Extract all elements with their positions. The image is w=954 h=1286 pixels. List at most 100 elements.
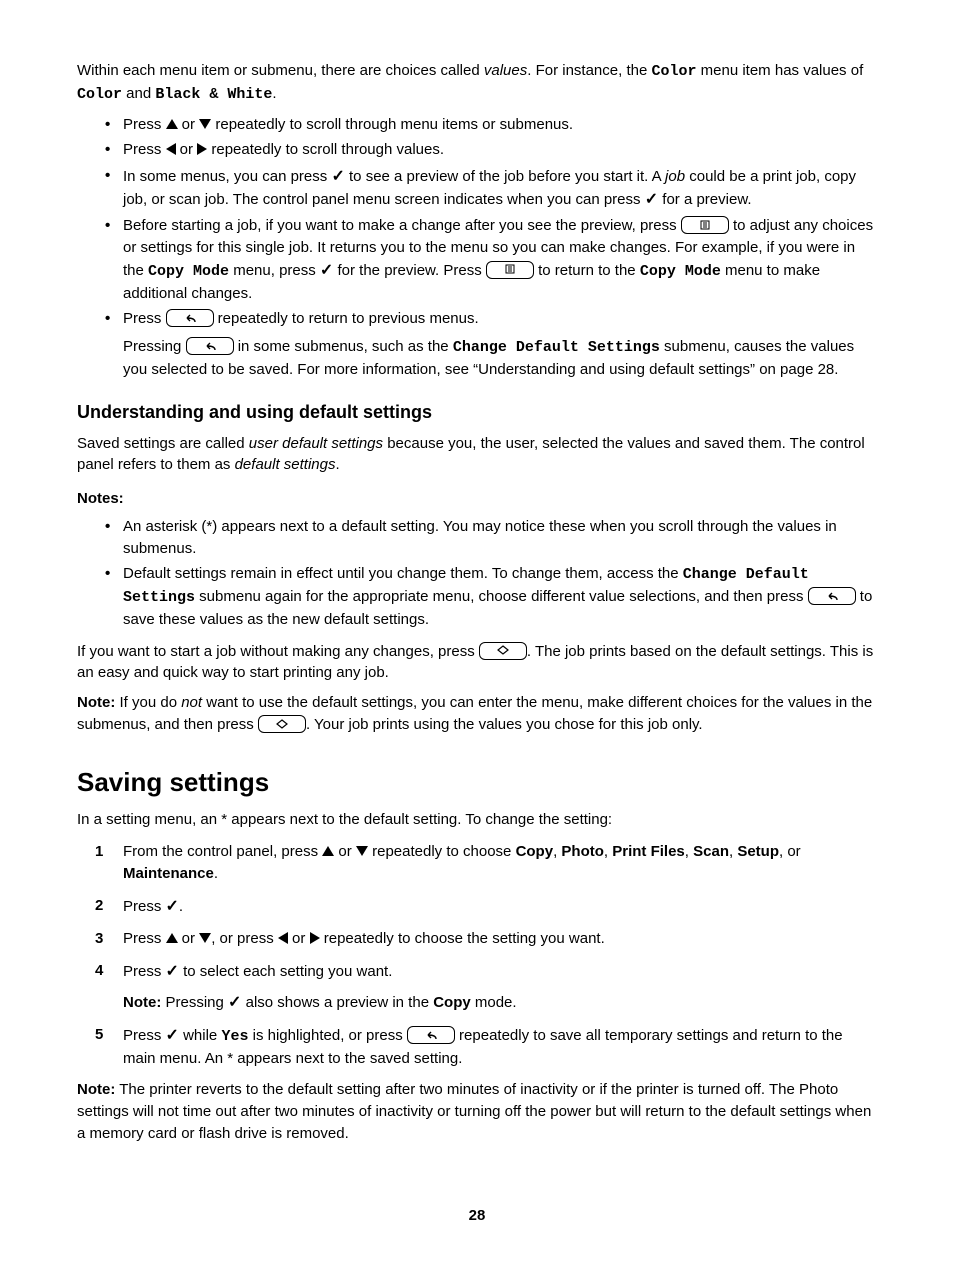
paragraph: Saved settings are called user default s…	[77, 433, 877, 477]
text: to return to the	[534, 262, 640, 279]
text: From the control panel, press	[123, 843, 322, 860]
text-bold: Setup	[737, 843, 779, 860]
text-bold: Print Files	[612, 843, 685, 860]
text: is highlighted, or press	[248, 1027, 406, 1044]
step-item: Press ✓.	[77, 895, 877, 918]
paragraph: In a setting menu, an * appears next to …	[77, 809, 877, 831]
check-icon: ✓	[645, 191, 658, 208]
list-item: Press repeatedly to return to previous m…	[105, 308, 877, 380]
final-note: Note: The printer reverts to the default…	[77, 1079, 877, 1144]
text: or	[288, 930, 310, 947]
text: also shows a preview in the	[241, 994, 433, 1011]
text-mono: Black & White	[155, 86, 272, 103]
text: , or	[779, 843, 801, 860]
text-italic: values	[484, 62, 527, 79]
list-item: Default settings remain in effect until …	[105, 563, 877, 630]
paragraph: Note: If you do not want to use the defa…	[77, 692, 877, 736]
text: to see a preview of the job before you s…	[345, 168, 665, 185]
arrow-up-icon	[322, 846, 334, 856]
paragraph: If you want to start a job without makin…	[77, 641, 877, 685]
back-button-icon	[166, 309, 214, 327]
menu-button-icon	[681, 216, 729, 234]
text: Press	[123, 963, 166, 980]
text-bold: Photo	[561, 843, 604, 860]
step-item: Press ✓ to select each setting you want.…	[77, 960, 877, 1014]
text: .	[272, 85, 276, 102]
text: or	[176, 141, 198, 158]
intro-paragraph: Within each menu item or submenu, there …	[77, 60, 877, 106]
text: Press	[123, 116, 166, 133]
text: Saved settings are called	[77, 435, 249, 452]
text: or	[178, 116, 200, 133]
text: and	[122, 85, 155, 102]
back-button-icon	[808, 587, 856, 605]
heading-defaults: Understanding and using default settings	[77, 399, 877, 425]
text: submenu again for the appropriate menu, …	[195, 588, 808, 605]
step-item: From the control panel, press or repeate…	[77, 841, 877, 885]
text: . For instance, the	[527, 62, 651, 79]
text: The printer reverts to the default setti…	[77, 1081, 871, 1142]
back-button-icon	[186, 337, 234, 355]
text-mono: Change Default Settings	[453, 339, 660, 356]
text-mono: Yes	[221, 1028, 248, 1045]
check-icon: ✓	[228, 994, 241, 1011]
text-italic: job	[665, 168, 685, 185]
text: If you do	[115, 694, 181, 711]
text: repeatedly to scroll through values.	[207, 141, 444, 158]
heading-saving: Saving settings	[77, 764, 877, 802]
text-italic: default settings	[235, 456, 336, 473]
text: .	[214, 865, 218, 882]
check-icon: ✓	[166, 1027, 179, 1044]
text-mono: Copy Mode	[640, 263, 721, 280]
text: An asterisk (*) appears next to a defaul…	[123, 518, 837, 557]
text: , or press	[211, 930, 278, 947]
start-button-icon	[258, 715, 306, 733]
arrow-down-icon	[199, 119, 211, 129]
text: or	[334, 843, 356, 860]
arrow-left-icon	[166, 143, 176, 155]
list-item: Press or repeatedly to scroll through va…	[105, 139, 877, 161]
text: Press	[123, 141, 166, 158]
text: Press	[123, 898, 166, 915]
text-bold: Maintenance	[123, 865, 214, 882]
check-icon: ✓	[166, 963, 179, 980]
notes-list: An asterisk (*) appears next to a defaul…	[77, 516, 877, 631]
text: .	[179, 898, 183, 915]
step-item: Press or , or press or repeatedly to cho…	[77, 928, 877, 950]
text: repeatedly to return to previous menus.	[214, 310, 479, 327]
text: for a preview.	[658, 191, 751, 208]
text: Default settings remain in effect until …	[123, 565, 683, 582]
arrow-right-icon	[310, 932, 320, 944]
text: Press	[123, 1027, 166, 1044]
text: in some submenus, such as the	[234, 338, 453, 355]
text-italic: user default settings	[249, 435, 383, 452]
arrow-down-icon	[356, 846, 368, 856]
text: repeatedly to choose the setting you wan…	[320, 930, 605, 947]
text: If you want to start a job without makin…	[77, 643, 479, 660]
text: . Your job prints using the values you c…	[306, 716, 703, 733]
text-mono: Color	[77, 86, 122, 103]
text: .	[336, 456, 340, 473]
text: to select each setting you want.	[179, 963, 392, 980]
text-italic: not	[181, 694, 202, 711]
text-bold: Scan	[693, 843, 729, 860]
text-bold: Copy	[433, 994, 471, 1011]
check-icon: ✓	[166, 898, 179, 915]
text: repeatedly to choose	[368, 843, 516, 860]
text: menu item has values of	[696, 62, 863, 79]
start-button-icon	[479, 642, 527, 660]
notes-label: Notes:	[77, 488, 877, 510]
sub-paragraph: Pressing in some submenus, such as the C…	[123, 336, 877, 381]
text: Press	[123, 310, 166, 327]
text: Pressing	[123, 338, 186, 355]
note-label: Note:	[123, 994, 161, 1011]
note-label: Note:	[77, 694, 115, 711]
arrow-down-icon	[199, 933, 211, 943]
back-button-icon	[407, 1026, 455, 1044]
list-item: In some menus, you can press ✓ to see a …	[105, 165, 877, 211]
arrow-left-icon	[278, 932, 288, 944]
text: Pressing	[161, 994, 228, 1011]
list-item: An asterisk (*) appears next to a defaul…	[105, 516, 877, 560]
text: Within each menu item or submenu, there …	[77, 62, 484, 79]
text: ,	[685, 843, 693, 860]
